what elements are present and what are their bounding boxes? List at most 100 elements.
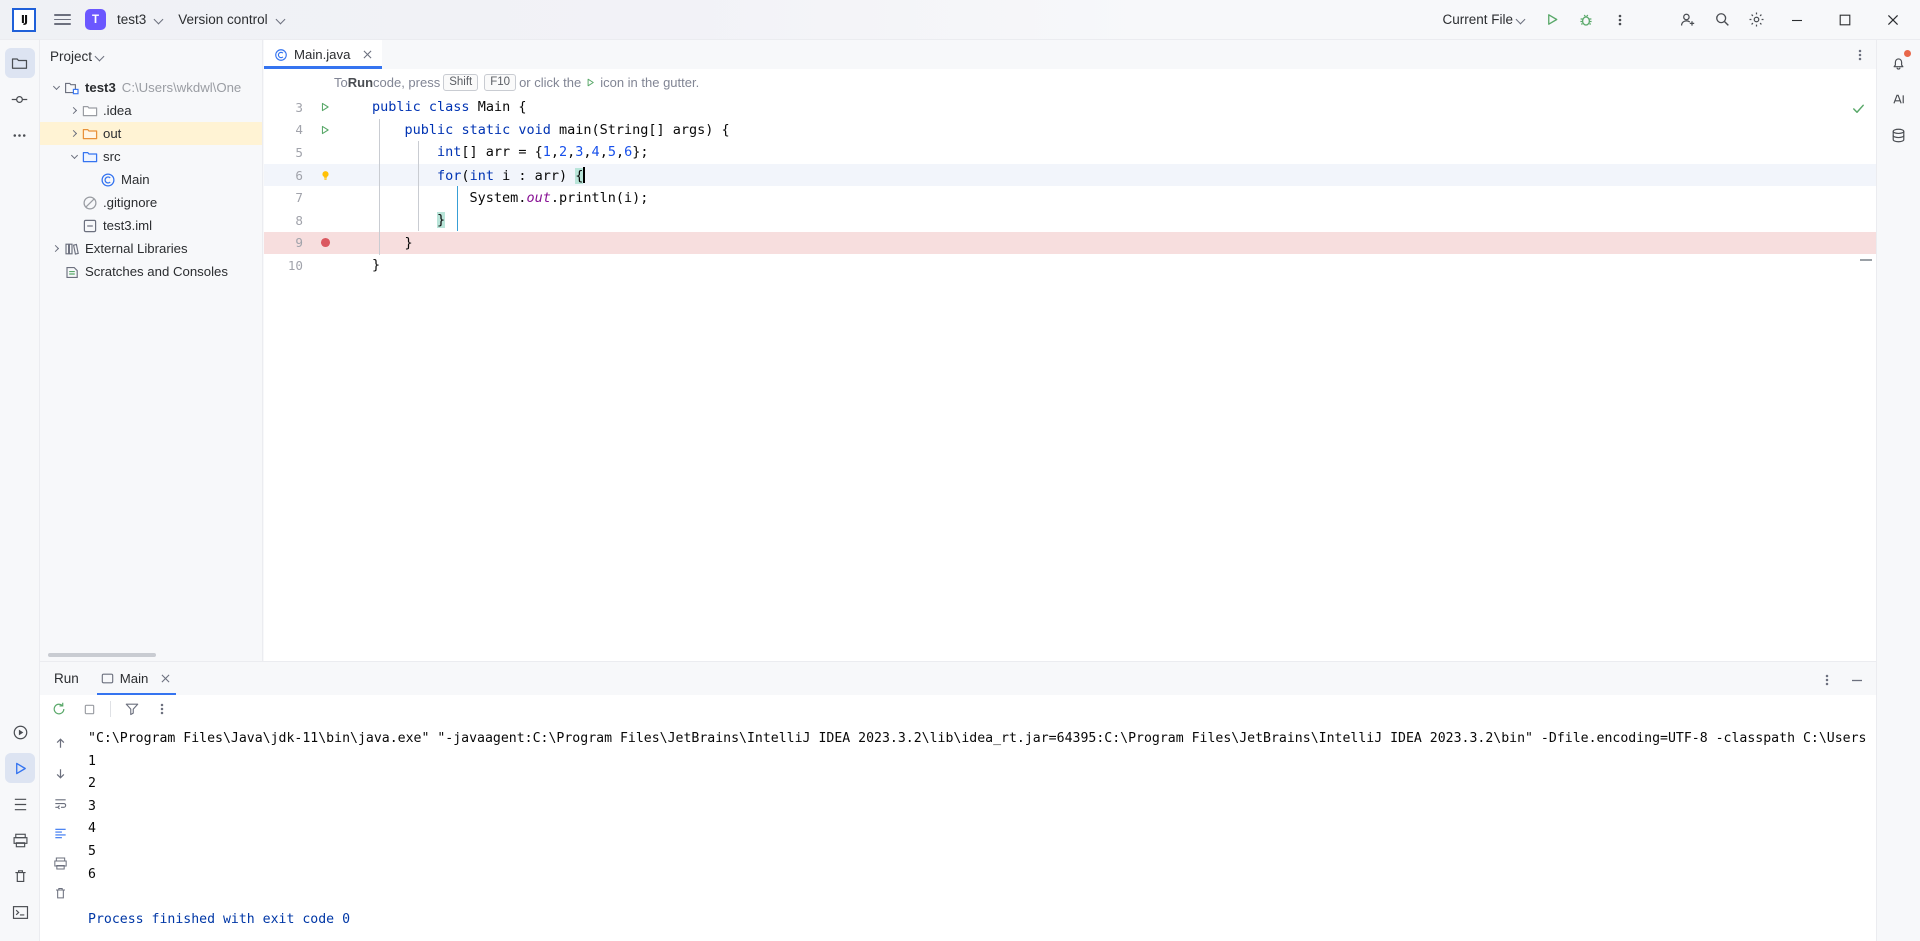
close-icon[interactable]	[360, 48, 374, 62]
rerun-button[interactable]	[46, 697, 72, 721]
editor-tab-main-java[interactable]: Main.java	[264, 40, 383, 69]
hint-tail: icon in the gutter.	[600, 75, 700, 90]
iml-file-icon	[82, 218, 98, 234]
tree-node-label: Scratches and Consoles	[85, 264, 228, 279]
editor-body[interactable]: To Run code, press Shift F10 or click the…	[264, 69, 1876, 661]
code-line-8[interactable]: 8 }	[264, 209, 1876, 232]
console-line: "C:\Program Files\Java\jdk-11\bin\java.e…	[88, 731, 1867, 746]
code-line-7[interactable]: 7 System.out.println(i);	[264, 186, 1876, 209]
gutter-run-icon[interactable]	[312, 101, 338, 113]
sidebar-item-more[interactable]	[5, 120, 35, 150]
project-panel-header[interactable]: Project	[40, 40, 262, 72]
editor-options-button[interactable]	[1850, 45, 1870, 65]
chevron-right-icon[interactable]	[48, 241, 64, 257]
code-line-text: int[] arr = {1,2,3,4,5,6};	[437, 144, 649, 161]
sidebar-item-run[interactable]	[5, 717, 35, 747]
debug-button[interactable]	[1570, 5, 1602, 35]
scroll-to-end-button[interactable]	[47, 821, 73, 845]
sidebar-item-database[interactable]	[1884, 120, 1914, 150]
code-line-text: }	[437, 212, 446, 229]
sidebar-item-terminal[interactable]	[5, 897, 35, 927]
sidebar-item-debug[interactable]	[5, 753, 35, 783]
sidebar-item-print[interactable]	[5, 825, 35, 855]
no-arrow-spacer	[84, 172, 100, 188]
chevron-down-icon[interactable]	[66, 149, 82, 165]
gutter-run-icon[interactable]	[312, 124, 338, 136]
code-line-3[interactable]: 3 public class Main {	[264, 96, 1876, 119]
code-line-9[interactable]: 9 }	[264, 231, 1876, 255]
java-class-icon	[100, 172, 116, 188]
console-line: 5	[88, 843, 96, 859]
structure-icon	[14, 798, 26, 810]
filter-button[interactable]	[119, 697, 145, 721]
toolbar-left-group: IJ T test3 Version control	[0, 6, 292, 34]
more-vertical-icon	[1858, 49, 1862, 61]
tree-node-label: src	[103, 149, 121, 164]
window-close-icon	[1887, 14, 1899, 25]
libraries-icon	[64, 241, 80, 257]
window-maximize-button[interactable]	[1822, 0, 1868, 40]
window-minimize-button[interactable]	[1774, 0, 1820, 40]
tree-node-external-libraries[interactable]: External Libraries	[40, 237, 262, 260]
console-options-button[interactable]	[149, 697, 175, 721]
print-button[interactable]	[47, 851, 73, 875]
settings-button[interactable]	[1740, 5, 1772, 35]
run-panel-options-button[interactable]	[1814, 668, 1840, 692]
run-tab-main[interactable]: Main	[93, 662, 181, 695]
code-line-5[interactable]: 5 int[] arr = {1,2,3,4,5,6};	[264, 141, 1876, 164]
line-number: 5	[295, 144, 303, 160]
console-line: 4	[88, 821, 96, 837]
run-button[interactable]	[1536, 5, 1568, 35]
window-close-button[interactable]	[1870, 0, 1916, 40]
chevron-down-icon[interactable]	[48, 80, 64, 96]
soft-wrap-button[interactable]	[47, 791, 73, 815]
arrow-down-icon	[56, 768, 64, 779]
left-rail-bottom-group	[0, 717, 40, 933]
sidebar-item-project[interactable]	[4, 48, 35, 78]
search-button[interactable]	[1706, 5, 1738, 35]
tree-node-out[interactable]: out	[40, 122, 262, 145]
main-menu-button[interactable]	[48, 6, 77, 34]
tree-node-scratches-and-consoles[interactable]: Scratches and Consoles	[40, 260, 262, 283]
line-number: 10	[287, 257, 303, 273]
run-panel-hide-button[interactable]	[1844, 668, 1870, 692]
arrow-up-icon	[56, 737, 64, 748]
line-number: 9	[295, 235, 303, 251]
horizontal-scrollbar[interactable]	[48, 653, 156, 657]
editor-tab-bar: Main.java	[264, 40, 1876, 69]
code-line-10[interactable]: 10}	[264, 254, 1876, 277]
project-widget[interactable]: T test3	[79, 6, 170, 34]
code-editor[interactable]: 3 public class Main {4 public static void…	[264, 96, 1876, 277]
account-button[interactable]	[1672, 5, 1704, 35]
line-number: 8	[295, 212, 303, 228]
sidebar-item-commit[interactable]	[5, 84, 35, 114]
tree-node-test3[interactable]: test3 C:\Users\wkdwl\One	[40, 76, 262, 99]
gutter-breakpoint-icon[interactable]	[312, 236, 338, 249]
tree-node--gitignore[interactable]: .gitignore	[40, 191, 262, 214]
tree-node-src[interactable]: src	[40, 145, 262, 168]
tree-node-label: .idea	[103, 103, 132, 118]
sidebar-item-trash[interactable]	[5, 861, 35, 891]
close-icon[interactable]	[158, 672, 172, 686]
tree-node-test3-iml[interactable]: test3.iml	[40, 214, 262, 237]
inspection-status-widget[interactable]	[1851, 101, 1866, 116]
console-output[interactable]: "C:\Program Files\Java\jdk-11\bin\java.e…	[80, 723, 1876, 941]
indent-guide	[379, 118, 380, 255]
scroll-up-button[interactable]	[47, 731, 73, 755]
version-control-widget[interactable]: Version control	[172, 6, 291, 34]
scroll-down-button[interactable]	[47, 761, 73, 785]
more-actions-button[interactable]	[1604, 5, 1636, 35]
tree-node--idea[interactable]: .idea	[40, 99, 262, 122]
gutter-intention-bulb-icon[interactable]	[312, 169, 338, 182]
clear-all-button[interactable]	[47, 881, 73, 905]
chevron-right-icon[interactable]	[66, 103, 82, 119]
run-configuration-selector[interactable]: Current File	[1434, 12, 1534, 27]
scratches-icon	[64, 264, 80, 280]
tree-node-main[interactable]: Main	[40, 168, 262, 191]
sidebar-item-structure[interactable]	[5, 789, 35, 819]
chevron-right-icon[interactable]	[66, 126, 82, 142]
sidebar-item-ai-assistant[interactable]	[1884, 84, 1914, 114]
code-line-6[interactable]: 6 for(int i : arr) {	[264, 163, 1876, 187]
code-line-4[interactable]: 4 public static void main(String[] args)…	[264, 119, 1876, 142]
stop-button[interactable]	[76, 697, 102, 721]
